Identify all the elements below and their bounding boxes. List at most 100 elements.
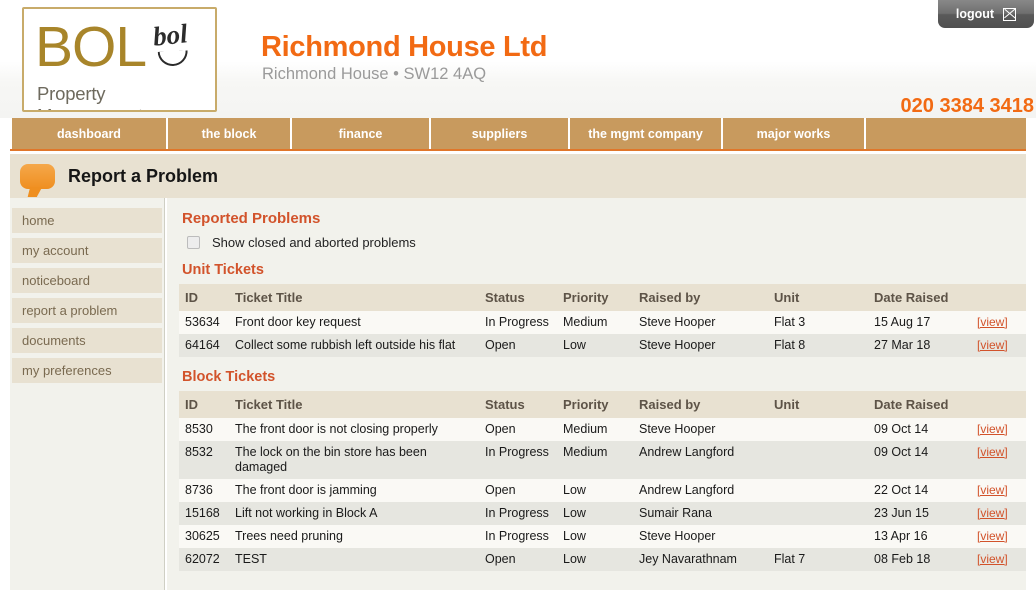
cell-priority: Low <box>557 548 633 571</box>
table-row[interactable]: 8530 The front door is not closing prope… <box>179 418 1026 441</box>
cell-action: [view] <box>971 548 1026 571</box>
col-title: Ticket Title <box>229 284 479 311</box>
table-row[interactable]: 8736 The front door is jamming Open Low … <box>179 479 1026 502</box>
page-title: Report a Problem <box>68 165 219 186</box>
col-id: ID <box>179 391 229 418</box>
nav-item-suppliers[interactable]: suppliers <box>431 118 570 149</box>
view-link[interactable]: [view] <box>977 506 1008 520</box>
sidebar: home my account noticeboard report a pro… <box>10 198 165 590</box>
nav-label: the block <box>201 126 257 141</box>
sidebar-item-my-account[interactable]: my account <box>12 238 162 263</box>
nav-item-the-block[interactable]: the block <box>168 118 292 149</box>
cell-status: Open <box>479 334 557 357</box>
cell-date-raised: 23 Jun 15 <box>868 502 971 525</box>
sidebar-item-label: noticeboard <box>22 273 90 288</box>
cell-priority: Low <box>557 334 633 357</box>
table-row[interactable]: 8532 The lock on the bin store has been … <box>179 441 1026 479</box>
col-priority: Priority <box>557 284 633 311</box>
cell-priority: Medium <box>557 311 633 334</box>
company-name: Richmond House Ltd <box>261 31 548 63</box>
col-date-raised: Date Raised <box>868 391 971 418</box>
logo-tagline: Property Management <box>37 83 143 110</box>
nav-label: finance <box>338 126 383 141</box>
table-row[interactable]: 30625 Trees need pruning In Progress Low… <box>179 525 1026 548</box>
cell-id: 64164 <box>179 334 229 357</box>
nav-item-major-works[interactable]: major works <box>723 118 866 149</box>
cell-status: In Progress <box>479 502 557 525</box>
cell-title: Trees need pruning <box>229 525 479 548</box>
cell-title: Collect some rubbish left outside his fl… <box>229 334 479 357</box>
cell-date-raised: 08 Feb 18 <box>868 548 971 571</box>
unit-tickets-heading: Unit Tickets <box>182 262 264 278</box>
cell-id: 8532 <box>179 441 229 479</box>
cell-id: 8736 <box>179 479 229 502</box>
cell-status: Open <box>479 479 557 502</box>
cell-action: [view] <box>971 418 1026 441</box>
cell-title: The lock on the bin store has been damag… <box>229 441 479 479</box>
view-link[interactable]: [view] <box>977 422 1008 436</box>
phone-number: 020 3384 3418 <box>900 95 1034 117</box>
nav-item-empty[interactable] <box>866 118 1026 149</box>
nav-item-dashboard[interactable]: dashboard <box>10 118 168 149</box>
table-row[interactable]: 15168 Lift not working in Block A In Pro… <box>179 502 1026 525</box>
cell-status: In Progress <box>479 441 557 479</box>
speech-bubble-icon <box>20 163 55 189</box>
sidebar-item-report-a-problem[interactable]: report a problem <box>12 298 162 323</box>
col-status: Status <box>479 391 557 418</box>
view-link[interactable]: [view] <box>977 315 1008 329</box>
view-link[interactable]: [view] <box>977 445 1008 459</box>
nav-label: dashboard <box>57 126 121 141</box>
col-title: Ticket Title <box>229 391 479 418</box>
cell-date-raised: 09 Oct 14 <box>868 418 971 441</box>
col-action <box>971 284 1026 311</box>
company-address: Richmond House • SW12 4AQ <box>262 65 487 83</box>
nav-item-the-mgmt-company[interactable]: the mgmt company <box>570 118 723 149</box>
table-row[interactable]: 64164 Collect some rubbish left outside … <box>179 334 1026 357</box>
sidebar-item-my-preferences[interactable]: my preferences <box>12 358 162 383</box>
cell-raised-by: Sumair Rana <box>633 502 768 525</box>
main-content: Reported Problems Show closed and aborte… <box>165 198 1026 590</box>
page-title-bar: Report a Problem <box>10 154 1026 198</box>
view-link[interactable]: [view] <box>977 529 1008 543</box>
nav-item-finance[interactable]: finance <box>292 118 431 149</box>
cell-title: Front door key request <box>229 311 479 334</box>
cell-unit <box>768 502 868 525</box>
nav-label: the mgmt company <box>588 126 703 141</box>
cell-title: The front door is not closing properly <box>229 418 479 441</box>
cell-unit <box>768 441 868 479</box>
close-box-icon <box>1003 7 1017 21</box>
block-tickets-table: ID Ticket Title Status Priority Raised b… <box>179 391 1026 571</box>
nav-label: major works <box>756 126 831 141</box>
view-link[interactable]: [view] <box>977 483 1008 497</box>
sidebar-item-label: report a problem <box>22 303 118 318</box>
sidebar-item-documents[interactable]: documents <box>12 328 162 353</box>
cell-raised-by: Steve Hooper <box>633 311 768 334</box>
cell-action: [view] <box>971 311 1026 334</box>
cell-date-raised: 27 Mar 18 <box>868 334 971 357</box>
cell-action: [view] <box>971 441 1026 479</box>
view-link[interactable]: [view] <box>977 338 1008 352</box>
reported-problems-heading: Reported Problems <box>182 210 321 227</box>
cell-date-raised: 09 Oct 14 <box>868 441 971 479</box>
table-row[interactable]: 53634 Front door key request In Progress… <box>179 311 1026 334</box>
cell-unit: Flat 7 <box>768 548 868 571</box>
cell-date-raised: 13 Apr 16 <box>868 525 971 548</box>
sidebar-item-noticeboard[interactable]: noticeboard <box>12 268 162 293</box>
table-header-row: ID Ticket Title Status Priority Raised b… <box>179 284 1026 311</box>
cell-status: Open <box>479 548 557 571</box>
cell-date-raised: 15 Aug 17 <box>868 311 971 334</box>
sidebar-item-label: documents <box>22 333 86 348</box>
sidebar-item-home[interactable]: home <box>12 208 162 233</box>
col-unit: Unit <box>768 391 868 418</box>
logout-button[interactable]: logout <box>938 0 1034 28</box>
view-link[interactable]: [view] <box>977 552 1008 566</box>
table-row[interactable]: 62072 TEST Open Low Jey Navarathnam Flat… <box>179 548 1026 571</box>
logo-main-text: BOL <box>35 15 147 79</box>
cell-status: Open <box>479 418 557 441</box>
cell-raised-by: Steve Hooper <box>633 525 768 548</box>
company-logo: BOL bol Property Management <box>22 7 217 112</box>
show-closed-checkbox[interactable] <box>187 236 200 249</box>
cell-status: In Progress <box>479 311 557 334</box>
logo-script-text: bol <box>151 18 189 52</box>
body-area: home my account noticeboard report a pro… <box>10 198 1026 590</box>
